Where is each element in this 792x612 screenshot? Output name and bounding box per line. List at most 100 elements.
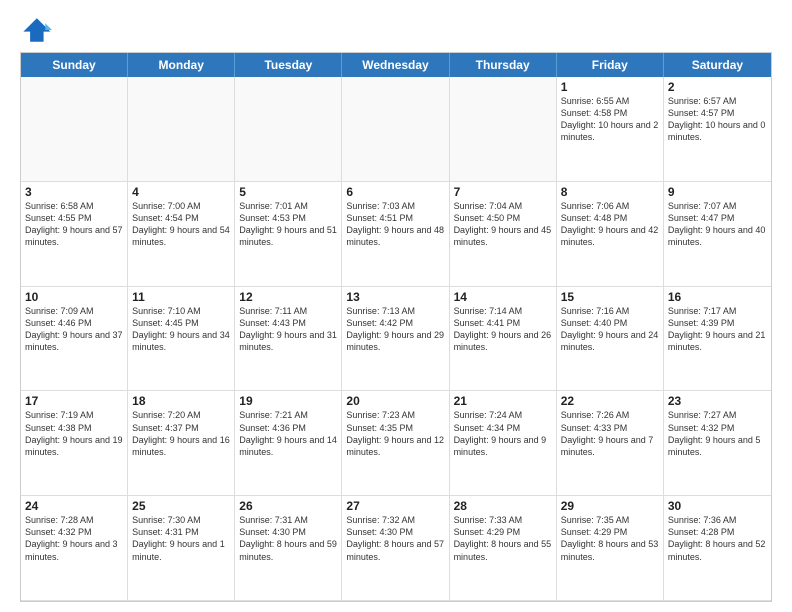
calendar-cell: 13Sunrise: 7:13 AM Sunset: 4:42 PM Dayli… (342, 287, 449, 392)
calendar-cell: 5Sunrise: 7:01 AM Sunset: 4:53 PM Daylig… (235, 182, 342, 287)
calendar-cell (235, 77, 342, 182)
day-info: Sunrise: 7:07 AM Sunset: 4:47 PM Dayligh… (668, 200, 767, 249)
day-number: 22 (561, 394, 659, 408)
day-number: 4 (132, 185, 230, 199)
day-info: Sunrise: 7:28 AM Sunset: 4:32 PM Dayligh… (25, 514, 123, 563)
calendar-cell: 4Sunrise: 7:00 AM Sunset: 4:54 PM Daylig… (128, 182, 235, 287)
calendar-cell: 29Sunrise: 7:35 AM Sunset: 4:29 PM Dayli… (557, 496, 664, 601)
day-info: Sunrise: 6:58 AM Sunset: 4:55 PM Dayligh… (25, 200, 123, 249)
day-info: Sunrise: 7:30 AM Sunset: 4:31 PM Dayligh… (132, 514, 230, 563)
day-number: 25 (132, 499, 230, 513)
calendar-cell: 25Sunrise: 7:30 AM Sunset: 4:31 PM Dayli… (128, 496, 235, 601)
calendar-cell: 9Sunrise: 7:07 AM Sunset: 4:47 PM Daylig… (664, 182, 771, 287)
calendar-cell: 18Sunrise: 7:20 AM Sunset: 4:37 PM Dayli… (128, 391, 235, 496)
day-info: Sunrise: 7:04 AM Sunset: 4:50 PM Dayligh… (454, 200, 552, 249)
day-number: 10 (25, 290, 123, 304)
day-number: 28 (454, 499, 552, 513)
day-number: 13 (346, 290, 444, 304)
day-number: 7 (454, 185, 552, 199)
calendar-cell: 1Sunrise: 6:55 AM Sunset: 4:58 PM Daylig… (557, 77, 664, 182)
calendar-cell: 8Sunrise: 7:06 AM Sunset: 4:48 PM Daylig… (557, 182, 664, 287)
day-number: 11 (132, 290, 230, 304)
day-info: Sunrise: 6:55 AM Sunset: 4:58 PM Dayligh… (561, 95, 659, 144)
day-info: Sunrise: 7:16 AM Sunset: 4:40 PM Dayligh… (561, 305, 659, 354)
day-number: 9 (668, 185, 767, 199)
day-info: Sunrise: 7:20 AM Sunset: 4:37 PM Dayligh… (132, 409, 230, 458)
calendar-cell: 10Sunrise: 7:09 AM Sunset: 4:46 PM Dayli… (21, 287, 128, 392)
calendar-cell: 30Sunrise: 7:36 AM Sunset: 4:28 PM Dayli… (664, 496, 771, 601)
day-info: Sunrise: 7:31 AM Sunset: 4:30 PM Dayligh… (239, 514, 337, 563)
header (20, 16, 772, 44)
calendar-header-day: Wednesday (342, 53, 449, 77)
calendar: SundayMondayTuesdayWednesdayThursdayFrid… (20, 52, 772, 602)
calendar-cell: 24Sunrise: 7:28 AM Sunset: 4:32 PM Dayli… (21, 496, 128, 601)
day-info: Sunrise: 7:26 AM Sunset: 4:33 PM Dayligh… (561, 409, 659, 458)
day-info: Sunrise: 7:13 AM Sunset: 4:42 PM Dayligh… (346, 305, 444, 354)
logo-icon (20, 16, 52, 44)
calendar-cell: 17Sunrise: 7:19 AM Sunset: 4:38 PM Dayli… (21, 391, 128, 496)
day-info: Sunrise: 6:57 AM Sunset: 4:57 PM Dayligh… (668, 95, 767, 144)
calendar-cell: 20Sunrise: 7:23 AM Sunset: 4:35 PM Dayli… (342, 391, 449, 496)
calendar-cell: 28Sunrise: 7:33 AM Sunset: 4:29 PM Dayli… (450, 496, 557, 601)
logo (20, 16, 56, 44)
calendar-cell: 26Sunrise: 7:31 AM Sunset: 4:30 PM Dayli… (235, 496, 342, 601)
day-info: Sunrise: 7:36 AM Sunset: 4:28 PM Dayligh… (668, 514, 767, 563)
calendar-cell (342, 77, 449, 182)
day-number: 30 (668, 499, 767, 513)
calendar-cell: 6Sunrise: 7:03 AM Sunset: 4:51 PM Daylig… (342, 182, 449, 287)
calendar-cell: 11Sunrise: 7:10 AM Sunset: 4:45 PM Dayli… (128, 287, 235, 392)
calendar-header-day: Tuesday (235, 53, 342, 77)
day-info: Sunrise: 7:10 AM Sunset: 4:45 PM Dayligh… (132, 305, 230, 354)
day-number: 1 (561, 80, 659, 94)
calendar-cell: 14Sunrise: 7:14 AM Sunset: 4:41 PM Dayli… (450, 287, 557, 392)
day-info: Sunrise: 7:33 AM Sunset: 4:29 PM Dayligh… (454, 514, 552, 563)
day-number: 5 (239, 185, 337, 199)
day-info: Sunrise: 7:14 AM Sunset: 4:41 PM Dayligh… (454, 305, 552, 354)
calendar-cell (128, 77, 235, 182)
day-number: 6 (346, 185, 444, 199)
calendar-header-day: Friday (557, 53, 664, 77)
day-number: 19 (239, 394, 337, 408)
day-number: 24 (25, 499, 123, 513)
calendar-header: SundayMondayTuesdayWednesdayThursdayFrid… (21, 53, 771, 77)
day-info: Sunrise: 7:23 AM Sunset: 4:35 PM Dayligh… (346, 409, 444, 458)
day-info: Sunrise: 7:11 AM Sunset: 4:43 PM Dayligh… (239, 305, 337, 354)
calendar-cell: 27Sunrise: 7:32 AM Sunset: 4:30 PM Dayli… (342, 496, 449, 601)
calendar-cell: 7Sunrise: 7:04 AM Sunset: 4:50 PM Daylig… (450, 182, 557, 287)
calendar-cell: 23Sunrise: 7:27 AM Sunset: 4:32 PM Dayli… (664, 391, 771, 496)
day-info: Sunrise: 7:27 AM Sunset: 4:32 PM Dayligh… (668, 409, 767, 458)
day-info: Sunrise: 7:32 AM Sunset: 4:30 PM Dayligh… (346, 514, 444, 563)
calendar-cell: 16Sunrise: 7:17 AM Sunset: 4:39 PM Dayli… (664, 287, 771, 392)
calendar-header-day: Sunday (21, 53, 128, 77)
calendar-cell (21, 77, 128, 182)
day-number: 17 (25, 394, 123, 408)
day-info: Sunrise: 7:17 AM Sunset: 4:39 PM Dayligh… (668, 305, 767, 354)
day-number: 16 (668, 290, 767, 304)
calendar-header-day: Monday (128, 53, 235, 77)
calendar-body: 1Sunrise: 6:55 AM Sunset: 4:58 PM Daylig… (21, 77, 771, 601)
calendar-header-day: Saturday (664, 53, 771, 77)
day-number: 3 (25, 185, 123, 199)
day-info: Sunrise: 7:35 AM Sunset: 4:29 PM Dayligh… (561, 514, 659, 563)
day-number: 21 (454, 394, 552, 408)
day-number: 29 (561, 499, 659, 513)
page: SundayMondayTuesdayWednesdayThursdayFrid… (0, 0, 792, 612)
day-number: 26 (239, 499, 337, 513)
day-info: Sunrise: 7:24 AM Sunset: 4:34 PM Dayligh… (454, 409, 552, 458)
calendar-cell: 12Sunrise: 7:11 AM Sunset: 4:43 PM Dayli… (235, 287, 342, 392)
day-number: 2 (668, 80, 767, 94)
day-info: Sunrise: 7:01 AM Sunset: 4:53 PM Dayligh… (239, 200, 337, 249)
calendar-cell: 21Sunrise: 7:24 AM Sunset: 4:34 PM Dayli… (450, 391, 557, 496)
calendar-cell: 15Sunrise: 7:16 AM Sunset: 4:40 PM Dayli… (557, 287, 664, 392)
day-number: 20 (346, 394, 444, 408)
day-info: Sunrise: 7:21 AM Sunset: 4:36 PM Dayligh… (239, 409, 337, 458)
day-number: 12 (239, 290, 337, 304)
calendar-cell: 19Sunrise: 7:21 AM Sunset: 4:36 PM Dayli… (235, 391, 342, 496)
day-number: 14 (454, 290, 552, 304)
day-info: Sunrise: 7:00 AM Sunset: 4:54 PM Dayligh… (132, 200, 230, 249)
calendar-header-day: Thursday (450, 53, 557, 77)
day-number: 8 (561, 185, 659, 199)
day-number: 18 (132, 394, 230, 408)
calendar-cell (450, 77, 557, 182)
day-number: 27 (346, 499, 444, 513)
